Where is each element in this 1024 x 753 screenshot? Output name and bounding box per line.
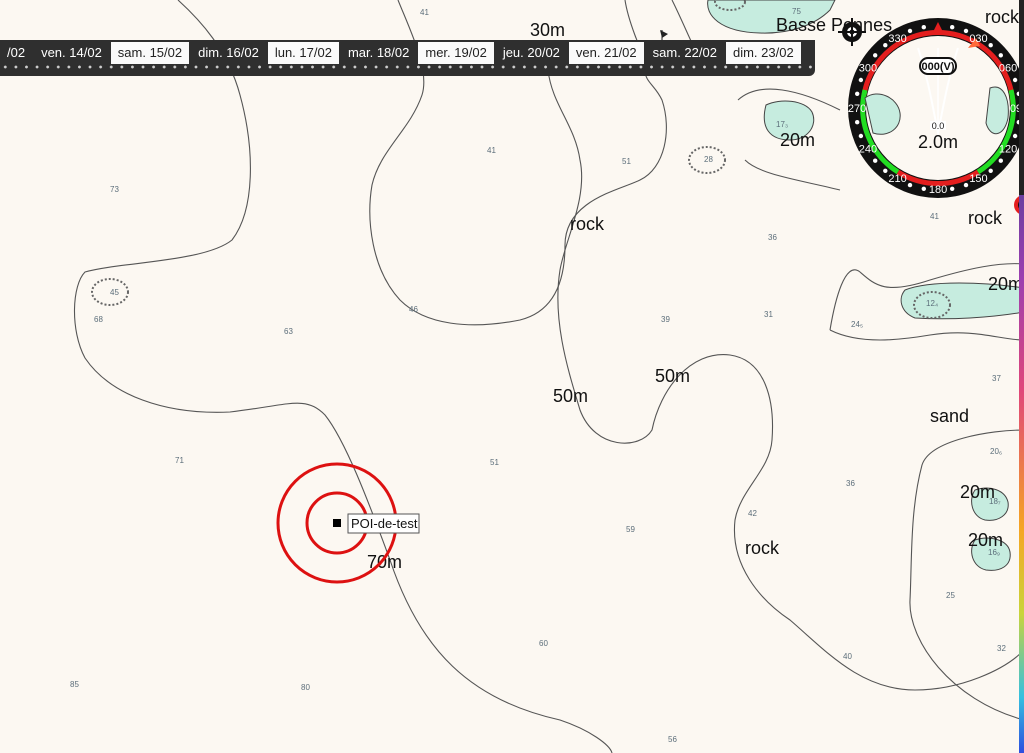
sounding: 85 <box>70 680 79 689</box>
compass-tick-label: 180 <box>929 184 947 196</box>
sounding: 20₆ <box>990 447 1002 456</box>
timeline-day[interactable]: sam. 15/02 <box>110 42 190 64</box>
compass-tick-label: 030 <box>969 33 987 45</box>
compass-dot <box>998 158 1003 163</box>
sounding: 41 <box>487 146 496 155</box>
seabed-label-rock: rock <box>745 538 780 558</box>
sidebar-handle[interactable] <box>1019 0 1024 195</box>
sounding: 41 <box>420 8 429 17</box>
sounding: 32 <box>997 644 1006 653</box>
compass-dot <box>950 186 955 191</box>
compass-widget[interactable]: 000(V) 0.0 2.0m 330030300060270090240120… <box>848 18 1024 198</box>
compass-dot <box>998 53 1003 58</box>
seabed-label-sand: sand <box>930 406 969 426</box>
sounding: 73 <box>110 185 119 194</box>
sounding: 17₃ <box>776 120 788 129</box>
compass-tick-label: 060 <box>999 63 1017 75</box>
compass-dot <box>988 43 993 48</box>
timeline-day[interactable]: dim. 23/02 <box>725 42 801 64</box>
compass-dot <box>873 158 878 163</box>
sounding: 25 <box>946 591 955 600</box>
timeline-day[interactable]: dim. 16/02 <box>191 42 266 64</box>
depth-readout: 2.0m <box>918 132 958 152</box>
compass-tick-label: 120 <box>999 144 1017 156</box>
contour-label-50m: 50m <box>553 386 588 406</box>
sounding: 36 <box>846 479 855 488</box>
sounding: 42 <box>748 509 757 518</box>
speed-readout: 0.0 <box>932 121 945 131</box>
poi-label: POI-de-test <box>351 516 418 531</box>
sounding: 36 <box>768 233 777 242</box>
compass-dot <box>883 43 888 48</box>
sounding: 56 <box>668 735 677 744</box>
compass-dot <box>1012 77 1018 83</box>
timeline-day[interactable]: ven. 21/02 <box>568 42 644 64</box>
compass-dot <box>883 168 888 173</box>
sounding: 63 <box>284 327 293 336</box>
timeline-day[interactable]: lun. 17/02 <box>267 42 339 64</box>
sounding: 45 <box>110 288 119 297</box>
timeline-day[interactable]: sam. 22/02 <box>645 42 724 64</box>
compass-dot <box>858 77 864 83</box>
contour-label-20m: 20m <box>960 482 995 502</box>
timeline-scrubber[interactable] <box>0 64 815 70</box>
compass-dot <box>963 28 969 34</box>
compass-dot <box>873 53 878 58</box>
contour-label-50m: 50m <box>655 366 690 386</box>
seabed-label-rock: rock <box>570 214 605 234</box>
contour-label-20m: 20m <box>968 530 1003 550</box>
sounding: 40 <box>843 652 852 661</box>
sounding: 41 <box>930 212 939 221</box>
compass-dot <box>950 25 955 30</box>
date-timeline[interactable]: /02 ven. 14/02 sam. 15/02 dim. 16/02 lun. 17… <box>0 40 815 76</box>
contour-label-20m: 20m <box>780 130 815 150</box>
timeline-days: /02 ven. 14/02 sam. 15/02 dim. 16/02 lun. 17… <box>0 42 803 64</box>
compass-dot <box>1012 133 1018 139</box>
compass-dot <box>855 120 860 125</box>
weather-color-scale <box>1019 195 1024 753</box>
sounding: 60 <box>539 639 548 648</box>
compass-tick-label: 270 <box>848 103 866 115</box>
nautical-chart[interactable]: 41754151287317₃18₉45684663393124₅12₄3637… <box>0 0 1024 753</box>
compass-dot <box>988 168 993 173</box>
timeline-day[interactable]: jeu. 20/02 <box>495 42 567 64</box>
compass-tick-label: 240 <box>859 144 877 156</box>
compass-tick-label: 330 <box>888 33 906 45</box>
sounding: 39 <box>661 315 670 324</box>
timeline-day[interactable]: mar. 18/02 <box>340 42 417 64</box>
sounding: 31 <box>764 310 773 319</box>
timeline-day[interactable]: /02 <box>0 42 33 64</box>
timeline-day[interactable]: mer. 19/02 <box>418 42 494 64</box>
contour-label-20m: 20m <box>988 274 1023 294</box>
sounding: 28 <box>704 155 713 164</box>
compass-tick-label: 210 <box>888 173 906 185</box>
compass-dot <box>963 182 969 188</box>
sounding: 51 <box>622 157 631 166</box>
sounding: 51 <box>490 458 499 467</box>
sounding: 12₄ <box>926 299 938 308</box>
place-name: Basse Pennes <box>776 15 892 35</box>
seabed-label-rock: rock <box>985 7 1020 27</box>
sounding: 71 <box>175 456 184 465</box>
sounding: 37 <box>992 374 1001 383</box>
sounding: 46 <box>409 305 418 314</box>
compass-dot <box>921 186 926 191</box>
compass-dot <box>907 28 913 34</box>
seabed-label-rock: rock <box>968 208 1003 228</box>
sounding: 68 <box>94 315 103 324</box>
timeline-day[interactable]: ven. 14/02 <box>34 42 109 64</box>
compass-dot <box>858 133 864 139</box>
sounding: 59 <box>626 525 635 534</box>
compass-tick-label: 150 <box>969 173 987 185</box>
compass-tick-label: 300 <box>859 63 877 75</box>
heading-readout: 000(V) <box>921 61 954 73</box>
compass-dot <box>855 91 860 96</box>
sounding: 24₅ <box>851 320 863 329</box>
sounding: 80 <box>301 683 310 692</box>
compass-dot <box>907 182 913 188</box>
compass-dot <box>921 25 926 30</box>
contour-label-30m: 30m <box>530 20 565 40</box>
